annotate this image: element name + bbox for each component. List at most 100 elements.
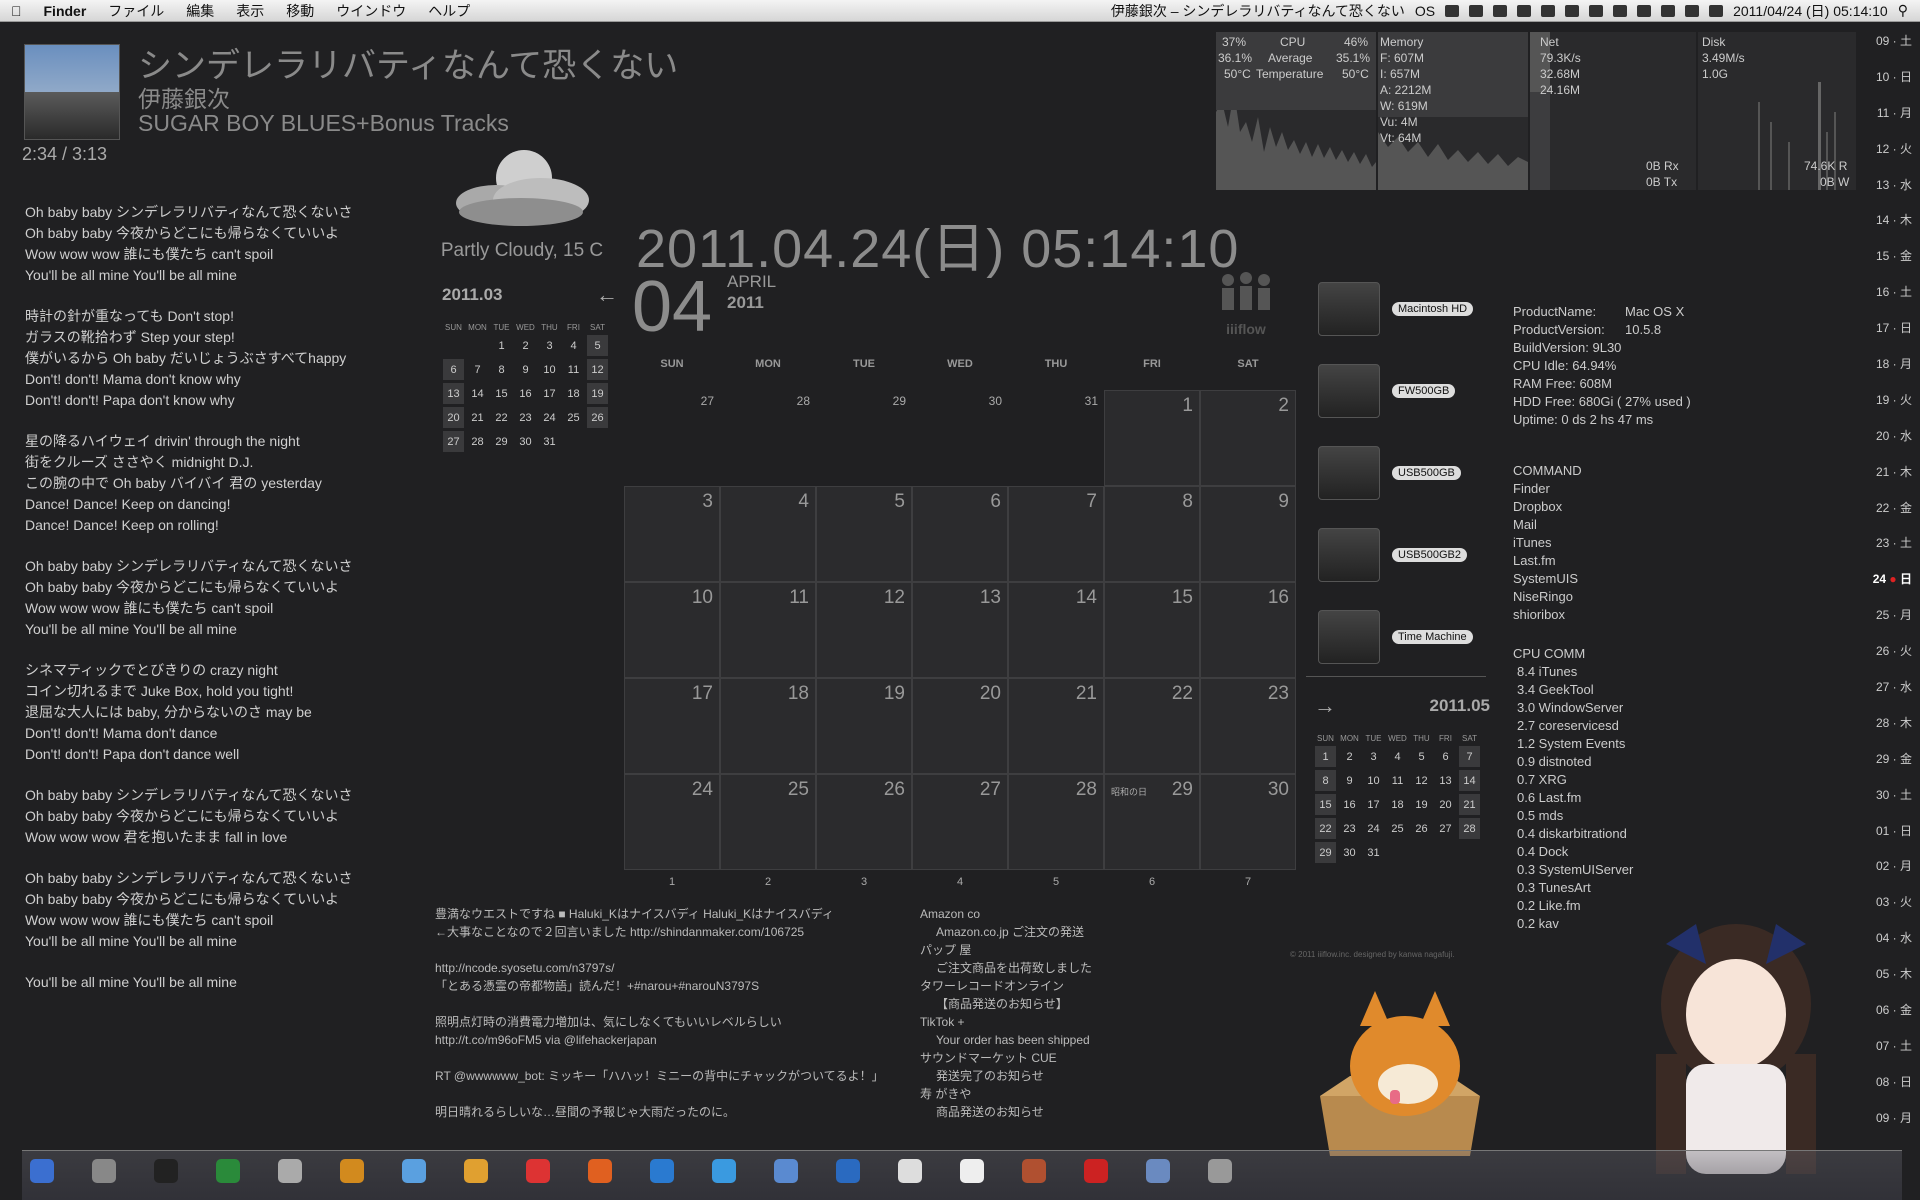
drive-item[interactable]: Macintosh HD [1318,282,1478,352]
mini-calendar-day[interactable]: 19 [1411,794,1432,815]
tweet[interactable]: RT @wwwwww_bot: ミッキー「ハハッ！ミニーの背中にチャックがついて… [435,1067,895,1085]
calendar-day-cell[interactable]: 11 [720,582,816,678]
mini-calendar-day[interactable]: 30 [1339,842,1360,863]
mini-calendar-day[interactable]: 20 [1435,794,1456,815]
mail-item[interactable]: パップ 屋ご注文商品を出荷致しました [920,941,1180,977]
wifi-icon[interactable] [1661,4,1676,17]
firefox-icon[interactable] [588,1159,612,1183]
mini-calendar-day[interactable]: 24 [1363,818,1384,839]
mini-calendar-day[interactable]: 24 [539,407,560,428]
mini-calendar-day[interactable]: 1 [491,335,512,356]
calendar-day-cell[interactable]: 昭和の日 29 [1104,774,1200,870]
mini-calendar-day[interactable]: 9 [1339,770,1360,791]
dictionary-icon[interactable] [1022,1159,1046,1183]
mini-calendar-day[interactable]: 28 [467,431,488,452]
calendar-day-cell[interactable]: 8 [1104,486,1200,582]
mini-calendar-day[interactable]: 5 [1411,746,1432,767]
mini-calendar-day[interactable]: 28 [1459,818,1480,839]
calendar-day-cell[interactable]: 6 [912,486,1008,582]
mail-item[interactable]: サウンドマーケット CUE 発送完了のお知らせ [920,1049,1180,1085]
mini-calendar-day[interactable]: 23 [1339,818,1360,839]
mini-calendar-day[interactable]: 29 [1315,842,1336,863]
mini-calendar-day[interactable]: 4 [1387,746,1408,767]
mini-calendar-day[interactable]: 13 [1435,770,1456,791]
calendar-day-cell[interactable]: 18 [720,678,816,774]
calendar-day-cell[interactable]: 21 [1008,678,1104,774]
calendar-day-cell[interactable]: 10 [624,582,720,678]
itunes-icon[interactable] [712,1159,736,1183]
mini-calendar-day[interactable]: 31 [1363,842,1384,863]
tweet[interactable]: 明日晴れるらしいな…昼間の予報じゃ大雨だったのに。 [435,1103,895,1121]
time-machine-icon[interactable] [1589,4,1604,17]
mini-calendar-day[interactable]: 19 [587,383,608,404]
mini-calendar-day[interactable]: 11 [1387,770,1408,791]
mail-item[interactable]: 寿 がきや 商品発送のお知らせ [920,1085,1180,1121]
safari-icon[interactable] [650,1159,674,1183]
calendar-day-cell[interactable]: 2 [1200,390,1296,486]
drive-item[interactable]: USB500GB2 [1318,528,1478,598]
mini-calendar-day[interactable]: 16 [1339,794,1360,815]
battery-icon[interactable] [1685,4,1700,17]
mini-calendar-day[interactable]: 13 [443,383,464,404]
menubar-clock[interactable]: 2011/04/24 (日) 05:14:10 [1733,1,1888,21]
tweet[interactable]: 豊満なウエストですね ■ Haluki_Kはナイスバディ Haluki_Kはナイ… [435,905,895,941]
mini-calendar-day[interactable]: 21 [467,407,488,428]
spotlight-icon[interactable]: ⚲ [1898,2,1908,19]
calendar-day-cell[interactable]: 20 [912,678,1008,774]
mini-calendar-day[interactable]: 10 [1363,770,1384,791]
lock-icon[interactable] [1517,4,1532,17]
calendar-day-cell[interactable]: 9 [1200,486,1296,582]
finder-icon[interactable] [30,1159,54,1183]
mini-calendar-day[interactable]: 27 [443,431,464,452]
menubar-os-label[interactable]: OS [1415,3,1435,19]
mini-calendar-day[interactable]: 26 [1411,818,1432,839]
calendar-day-cell[interactable]: 29 [816,390,912,486]
menu-help[interactable]: ヘルプ [417,1,481,21]
input-method-icon[interactable] [1709,4,1724,17]
menu-go[interactable]: 移動 [275,1,325,21]
drive-item[interactable]: USB500GB [1318,446,1478,516]
calendar-day-cell[interactable]: 5 [816,486,912,582]
mini-calendar-day[interactable]: 31 [539,431,560,452]
mini-calendar-day[interactable]: 25 [1387,818,1408,839]
mini-calendar-day[interactable]: 9 [515,359,536,380]
calendar-day-cell[interactable]: 25 [720,774,816,870]
mini-calendar-day[interactable]: 30 [515,431,536,452]
mini-calendar-day[interactable]: 15 [1315,794,1336,815]
mini-calendar-day[interactable]: 25 [563,407,584,428]
calendar-day-cell[interactable]: 7 [1008,486,1104,582]
activity-monitor-icon[interactable] [216,1159,240,1183]
brightness-icon[interactable] [1541,4,1556,17]
calendar-day-cell[interactable]: 14 [1008,582,1104,678]
mini-calendar-day[interactable]: 7 [1459,746,1480,767]
mini-calendar-day[interactable]: 14 [467,383,488,404]
mini-calendar-day[interactable]: 12 [587,359,608,380]
calendar-day-cell[interactable]: 28 [1008,774,1104,870]
calendar-day-cell[interactable]: 16 [1200,582,1296,678]
menubar-status-icon[interactable] [1445,4,1460,17]
mini-calendar-day[interactable]: 11 [563,359,584,380]
mini-calendar-day[interactable]: 18 [563,383,584,404]
mini-calendar-day[interactable]: 10 [539,359,560,380]
volume-icon[interactable] [1637,4,1652,17]
calendar-day-cell[interactable]: 17 [624,678,720,774]
calendar-day-cell[interactable]: 26 [816,774,912,870]
mini-calendar-day[interactable]: 17 [1363,794,1384,815]
menubar-now-playing[interactable]: 伊藤銀次 – シンデレラリバティなんて恐くない [1111,1,1405,21]
lastfm-icon[interactable] [1084,1159,1108,1183]
menu-file[interactable]: ファイル [97,1,175,21]
fetch-icon[interactable] [340,1159,364,1183]
menu-view[interactable]: 表示 [225,1,275,21]
mini-calendar-day[interactable]: 29 [491,431,512,452]
mini-calendar-day[interactable]: 8 [1315,770,1336,791]
calendar-day-cell[interactable]: 28 [720,390,816,486]
calendar-day-cell[interactable]: 15 [1104,582,1200,678]
flow-icon[interactable] [402,1159,426,1183]
bluetooth-icon[interactable] [1613,4,1628,17]
mini-calendar-day[interactable]: 6 [443,359,464,380]
mini-calendar-day[interactable]: 7 [467,359,488,380]
mini-calendar-day[interactable]: 6 [1435,746,1456,767]
ical-icon[interactable] [526,1159,550,1183]
calendar-day-cell[interactable]: 23 [1200,678,1296,774]
pages-icon[interactable] [464,1159,488,1183]
